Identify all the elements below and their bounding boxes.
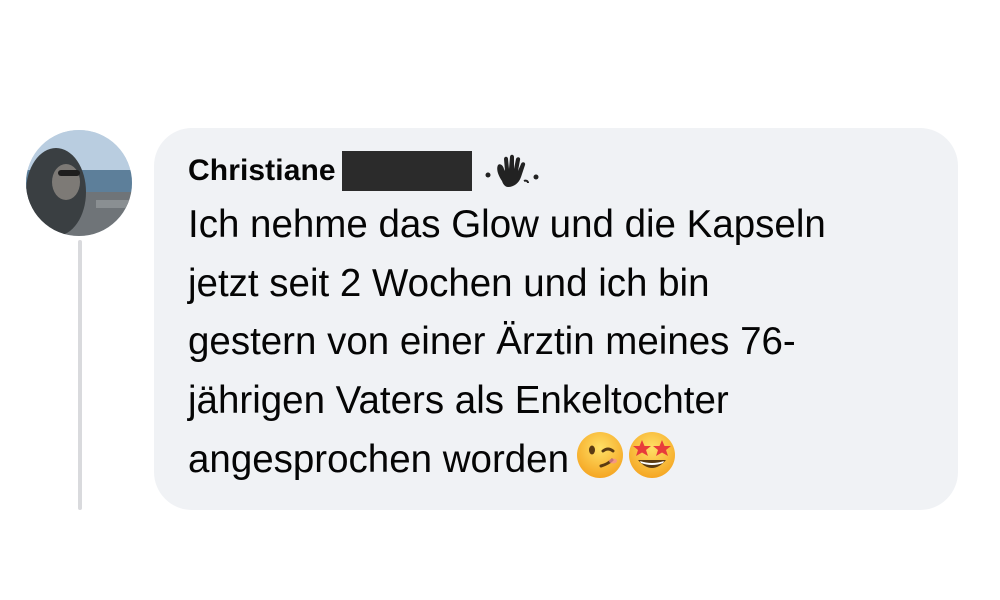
comment-text: Ich nehme das Glow und die Kapseln jetzt… — [188, 196, 918, 498]
comment-bubble: Christiane Ich nehme das Glow und die Ka… — [154, 128, 958, 510]
avatar-photo — [26, 130, 132, 236]
star-struck-icon — [627, 430, 677, 498]
comment-header: Christiane — [188, 150, 918, 192]
redacted-surname — [341, 151, 472, 191]
winking-face-icon — [575, 430, 625, 498]
thread-line — [78, 240, 82, 510]
waving-hand-icon — [480, 151, 544, 191]
author-name[interactable]: Christiane — [188, 154, 336, 188]
comment-body: Ich nehme das Glow und die Kapseln jetzt… — [188, 203, 826, 482]
avatar[interactable] — [26, 130, 132, 236]
